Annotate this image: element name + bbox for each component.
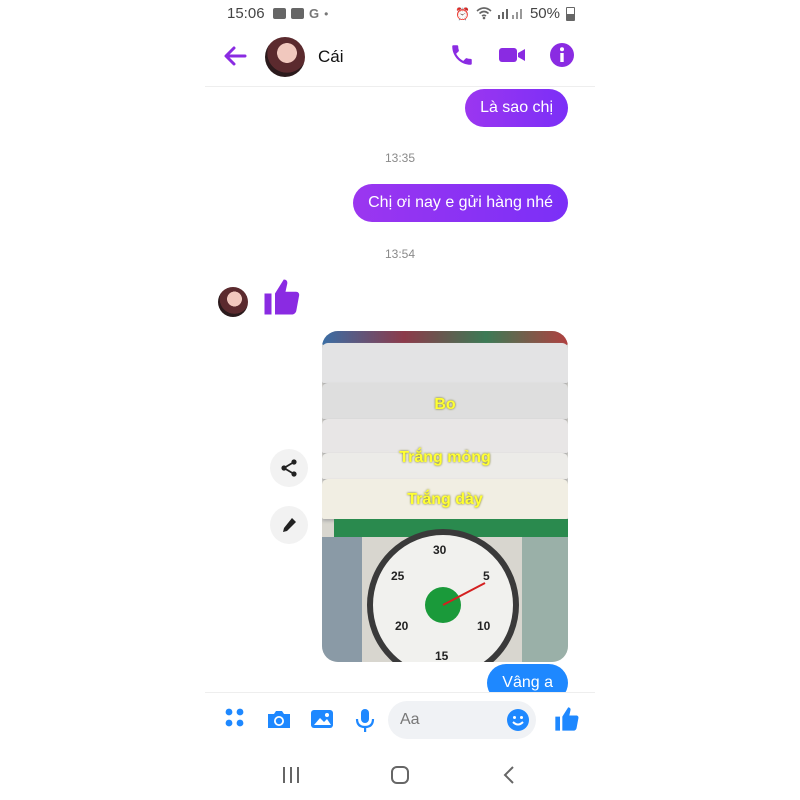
- recent-apps-icon[interactable]: [281, 766, 301, 784]
- cloth-background: [322, 537, 362, 662]
- photo-label: Bo: [434, 396, 456, 413]
- messenger-screen: 15:06 G • ⏰ 50% Cái Là sao chị 13:35 Chị…: [205, 0, 595, 800]
- android-nav-bar: [205, 752, 595, 800]
- system-icons: ⏰ 50%: [455, 5, 575, 22]
- share-icon: [281, 459, 297, 477]
- status-time: 15:06: [227, 5, 265, 22]
- cloth-layer: [322, 343, 568, 383]
- cloth-background: [522, 537, 568, 662]
- input-placeholder: Aa: [400, 711, 420, 728]
- gallery-icon: [291, 8, 304, 19]
- message-input[interactable]: Aa: [388, 701, 536, 739]
- contact-avatar[interactable]: [265, 37, 305, 77]
- camera-icon[interactable]: [266, 707, 292, 731]
- chat-header: Cái: [205, 30, 595, 87]
- composer-bar: Aa: [205, 692, 595, 749]
- back-arrow-icon[interactable]: [221, 42, 249, 70]
- gallery-icon[interactable]: [309, 707, 335, 731]
- emoji-icon[interactable]: [506, 708, 530, 732]
- timestamp: 13:35: [384, 151, 416, 165]
- microphone-icon[interactable]: [354, 707, 376, 733]
- status-bar: 15:06 G • ⏰ 50%: [205, 0, 595, 26]
- zalo-icon: [273, 8, 286, 19]
- contact-name[interactable]: Cái: [318, 47, 344, 67]
- phone-call-icon[interactable]: [449, 42, 475, 68]
- timestamp: 13:54: [384, 247, 416, 261]
- alarm-icon: ⏰: [455, 6, 470, 21]
- info-icon[interactable]: [549, 42, 575, 68]
- photo-label: Trắng mỏng: [399, 449, 491, 466]
- battery-percent: 50%: [529, 5, 560, 22]
- photo-label: Trắng dày: [407, 491, 483, 508]
- google-icon: G: [309, 6, 320, 21]
- pencil-icon: [283, 518, 296, 532]
- menu-grid-icon[interactable]: [224, 707, 246, 729]
- edit-button[interactable]: [270, 506, 308, 544]
- wifi-icon: [476, 7, 492, 20]
- scale-needle: [442, 582, 486, 606]
- notification-icons: G •: [273, 6, 328, 21]
- message-bubble-outgoing[interactable]: Là sao chị: [465, 89, 568, 127]
- back-nav-icon[interactable]: [501, 765, 517, 785]
- share-button[interactable]: [270, 449, 308, 487]
- scale-dial: 30 5 25 10 20 15: [367, 529, 519, 662]
- battery-icon: [566, 6, 575, 21]
- sender-avatar: [218, 287, 248, 317]
- home-icon[interactable]: [390, 765, 410, 785]
- signal-icon: [497, 9, 522, 19]
- like-button-icon[interactable]: [553, 705, 581, 733]
- more-dot-icon: •: [324, 6, 329, 21]
- thumbs-up-message-icon[interactable]: [261, 276, 303, 318]
- message-bubble-outgoing[interactable]: Chị ơi nay e gửi hàng nhé: [353, 184, 568, 222]
- video-call-icon[interactable]: [497, 42, 527, 68]
- photo-message[interactable]: Bo Trắng mỏng Trắng dày 30 5 25 10 20 15: [322, 331, 568, 662]
- cloth-layer: [322, 419, 568, 453]
